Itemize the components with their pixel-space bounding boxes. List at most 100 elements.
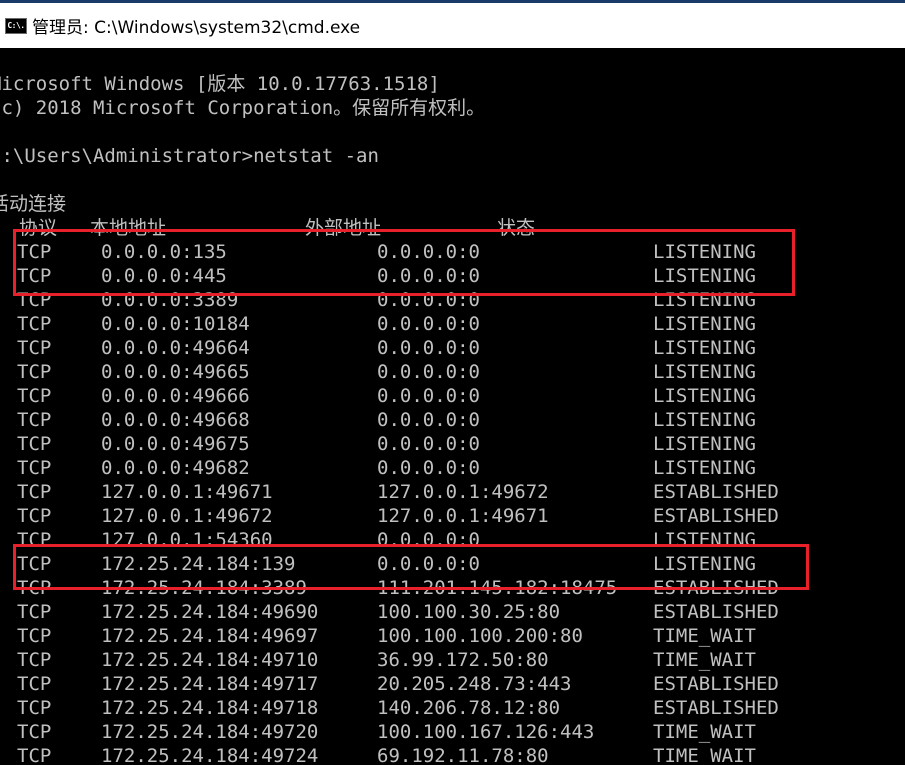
banner-line-version: Microsoft Windows [版本 10.0.17763.1518] <box>0 73 440 95</box>
row-proto: TCP <box>17 505 52 527</box>
row-state: LISTENING <box>653 385 756 407</box>
header-local-address: 本地地址 <box>90 217 167 239</box>
row-foreign-address: 36.99.172.50:80 <box>377 649 549 671</box>
row-local-address: 0.0.0.0:49666 <box>101 385 250 407</box>
header-state: 状态 <box>497 217 536 239</box>
row-foreign-address: 0.0.0.0:0 <box>377 241 480 263</box>
row-state: ESTABLISHED <box>653 505 779 527</box>
row-foreign-address: 0.0.0.0:0 <box>377 313 480 335</box>
row-state: LISTENING <box>653 409 756 431</box>
row-foreign-address: 0.0.0.0:0 <box>377 337 480 359</box>
row-state: LISTENING <box>653 529 756 551</box>
row-state: ESTABLISHED <box>653 481 779 503</box>
row-foreign-address: 0.0.0.0:0 <box>377 409 480 431</box>
row-state: LISTENING <box>653 433 756 455</box>
header-proto: 协议 <box>19 217 58 239</box>
row-state: LISTENING <box>653 337 756 359</box>
row-proto: TCP <box>17 385 52 407</box>
table-header: 协议 本地地址 外部地址 状态 <box>0 216 905 240</box>
row-state: LISTENING <box>653 361 756 383</box>
row-proto: TCP <box>17 337 52 359</box>
table-row: TCP 0.0.0.0:49666 0.0.0.0:0 LISTENING <box>0 384 905 408</box>
row-foreign-address: 0.0.0.0:0 <box>377 529 480 551</box>
table-row: TCP 172.25.24.184:49690 100.100.30.25:80 ES… <box>0 600 905 624</box>
row-proto: TCP <box>17 577 52 599</box>
console-output[interactable]: Microsoft Windows [版本 10.0.17763.1518] (… <box>0 48 905 765</box>
command-prompt: C:\Users\Administrator>netstat -an <box>0 145 379 167</box>
row-proto: TCP <box>17 457 52 479</box>
table-row: TCP 0.0.0.0:445 0.0.0.0:0 LISTENING <box>0 264 905 288</box>
table-row: TCP 0.0.0.0:49665 0.0.0.0:0 LISTENING <box>0 360 905 384</box>
row-proto: TCP <box>17 289 52 311</box>
row-state: ESTABLISHED <box>653 601 779 623</box>
row-proto: TCP <box>17 529 52 551</box>
table-row: TCP 172.25.24.184:49720 100.100.167.126:44… <box>0 720 905 744</box>
row-proto: TCP <box>17 673 52 695</box>
row-state: LISTENING <box>653 265 756 287</box>
row-state: TIME_WAIT <box>653 745 756 765</box>
row-local-address: 0.0.0.0:49664 <box>101 337 250 359</box>
row-proto: TCP <box>17 481 52 503</box>
row-foreign-address: 0.0.0.0:0 <box>377 265 480 287</box>
table-row: TCP 172.25.24.184:49710 36.99.172.50:80 TIM… <box>0 648 905 672</box>
table-row: TCP 172.25.24.184:49718 140.206.78.12:80 ES… <box>0 696 905 720</box>
table-row: TCP 0.0.0.0:49675 0.0.0.0:0 LISTENING <box>0 432 905 456</box>
row-proto: TCP <box>17 697 52 719</box>
row-foreign-address: 100.100.167.126:443 <box>377 721 595 743</box>
row-local-address: 172.25.24.184:49718 <box>101 697 319 719</box>
row-proto: TCP <box>17 649 52 671</box>
row-local-address: 172.25.24.184:49690 <box>101 601 319 623</box>
row-state: TIME_WAIT <box>653 649 756 671</box>
row-foreign-address: 0.0.0.0:0 <box>377 433 480 455</box>
table-row: TCP 0.0.0.0:10184 0.0.0.0:0 LISTENING <box>0 312 905 336</box>
cmd-window: C:\. 管理员: C:\Windows\system32\cmd.exe Mi… <box>0 0 905 765</box>
row-proto: TCP <box>17 601 52 623</box>
row-proto: TCP <box>17 361 52 383</box>
row-state: ESTABLISHED <box>653 577 779 599</box>
header-foreign-address: 外部地址 <box>305 217 382 239</box>
row-proto: TCP <box>17 265 52 287</box>
table-row: TCP 172.25.24.184:49724 69.192.11.78:80 TIM… <box>0 744 905 765</box>
row-local-address: 0.0.0.0:49682 <box>101 457 250 479</box>
row-foreign-address: 0.0.0.0:0 <box>377 457 480 479</box>
row-foreign-address: 0.0.0.0:0 <box>377 361 480 383</box>
row-state: ESTABLISHED <box>653 697 779 719</box>
row-foreign-address: 127.0.0.1:49671 <box>377 505 549 527</box>
row-proto: TCP <box>17 625 52 647</box>
row-local-address: 0.0.0.0:445 <box>101 265 227 287</box>
row-local-address: 172.25.24.184:139 <box>101 553 296 575</box>
row-local-address: 0.0.0.0:135 <box>101 241 227 263</box>
row-local-address: 172.25.24.184:49717 <box>101 673 319 695</box>
row-state: LISTENING <box>653 313 756 335</box>
row-local-address: 0.0.0.0:3389 <box>101 289 239 311</box>
table-row: TCP 0.0.0.0:135 0.0.0.0:0 LISTENING <box>0 240 905 264</box>
table-row: TCP 172.25.24.184:49697 100.100.100.200:80… <box>0 624 905 648</box>
row-state: LISTENING <box>653 289 756 311</box>
table-row: TCP 172.25.24.184:3389 111.201.145.182:184… <box>0 576 905 600</box>
row-proto: TCP <box>17 553 52 575</box>
row-foreign-address: 0.0.0.0:0 <box>377 553 480 575</box>
row-local-address: 172.25.24.184:3389 <box>101 577 307 599</box>
row-proto: TCP <box>17 721 52 743</box>
row-local-address: 172.25.24.184:49724 <box>101 745 319 765</box>
table-row: TCP 127.0.0.1:49671 127.0.0.1:49672 ESTABLI… <box>0 480 905 504</box>
row-proto: TCP <box>17 241 52 263</box>
row-state: ESTABLISHED <box>653 673 779 695</box>
section-title: 活动连接 <box>0 193 67 215</box>
row-foreign-address: 111.201.145.182:18475 <box>377 577 618 599</box>
row-foreign-address: 69.192.11.78:80 <box>377 745 549 765</box>
row-foreign-address: 127.0.0.1:49672 <box>377 481 549 503</box>
row-local-address: 172.25.24.184:49720 <box>101 721 319 743</box>
row-foreign-address: 20.205.248.73:443 <box>377 673 572 695</box>
row-proto: TCP <box>17 409 52 431</box>
row-foreign-address: 140.206.78.12:80 <box>377 697 561 719</box>
row-state: TIME_WAIT <box>653 721 756 743</box>
row-local-address: 0.0.0.0:49668 <box>101 409 250 431</box>
table-row: TCP 172.25.24.184:139 0.0.0.0:0 LISTENING <box>0 552 905 576</box>
row-proto: TCP <box>17 745 52 765</box>
row-state: LISTENING <box>653 457 756 479</box>
row-foreign-address: 0.0.0.0:0 <box>377 289 480 311</box>
row-state: LISTENING <box>653 553 756 575</box>
title-bar[interactable]: C:\. 管理员: C:\Windows\system32\cmd.exe <box>0 3 905 48</box>
row-local-address: 0.0.0.0:49675 <box>101 433 250 455</box>
